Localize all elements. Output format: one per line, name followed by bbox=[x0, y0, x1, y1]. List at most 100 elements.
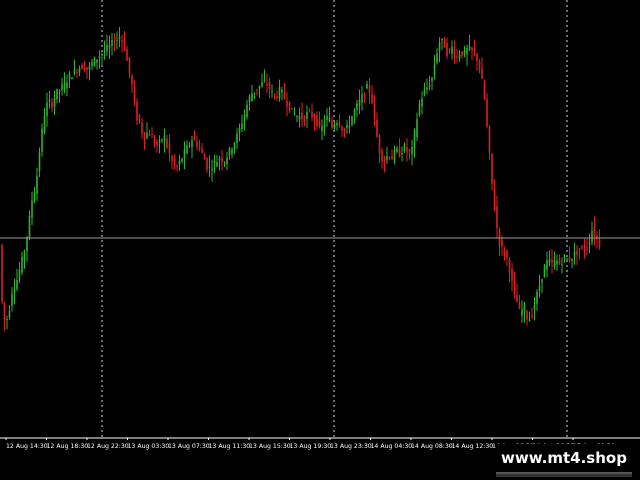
candle-body bbox=[396, 148, 398, 152]
candle-body bbox=[126, 48, 128, 61]
candle-body bbox=[351, 116, 353, 126]
candle-body bbox=[236, 133, 238, 144]
candle-body bbox=[478, 61, 481, 70]
candle-body bbox=[173, 158, 176, 166]
candle-body bbox=[548, 258, 551, 264]
candle-body bbox=[336, 123, 338, 126]
candle-body bbox=[323, 124, 326, 127]
candle-body bbox=[453, 49, 456, 59]
candle-body bbox=[541, 279, 543, 283]
candle-body bbox=[23, 251, 26, 261]
candle-body bbox=[338, 121, 341, 127]
candle-body bbox=[41, 128, 43, 152]
candle-body bbox=[313, 116, 316, 121]
candle-body bbox=[481, 68, 483, 79]
candle-body bbox=[233, 142, 236, 150]
candle-body bbox=[293, 114, 296, 116]
candle-body bbox=[331, 120, 333, 128]
candle-body bbox=[591, 230, 593, 243]
candle-body bbox=[161, 139, 163, 141]
candle-body bbox=[93, 57, 96, 67]
candle-body bbox=[398, 147, 401, 157]
candle-body bbox=[101, 53, 103, 56]
candle-body bbox=[288, 101, 291, 112]
candle-body bbox=[253, 92, 256, 94]
price-chart[interactable]: 12 Aug 14:3012 Aug 18:3012 Aug 22:3013 A… bbox=[0, 0, 640, 440]
candle-body bbox=[558, 258, 561, 264]
candle-body bbox=[458, 54, 461, 60]
candle-body bbox=[276, 96, 278, 99]
candle-body bbox=[566, 258, 568, 260]
candle-body bbox=[208, 166, 211, 168]
candle-body bbox=[146, 132, 148, 139]
candle-body bbox=[561, 264, 563, 266]
candle-body bbox=[83, 65, 86, 71]
candle-body bbox=[421, 98, 423, 107]
candle-body bbox=[156, 141, 158, 146]
candle-body bbox=[473, 50, 476, 53]
candle-body bbox=[533, 305, 536, 310]
candle-body bbox=[8, 310, 11, 318]
candle-body bbox=[143, 132, 146, 142]
candle-body bbox=[401, 153, 403, 155]
candle-body bbox=[171, 156, 173, 161]
candle-body bbox=[76, 71, 78, 73]
candle-body bbox=[221, 157, 223, 163]
x-tick-label: 14 Aug 04:30 bbox=[371, 443, 413, 450]
candle-body bbox=[571, 258, 573, 261]
candle-body bbox=[178, 160, 181, 165]
candle-body bbox=[521, 309, 523, 316]
candle-body bbox=[258, 85, 261, 89]
candle-body bbox=[378, 135, 381, 154]
candle-body bbox=[48, 99, 51, 102]
candle-body bbox=[98, 56, 101, 59]
candle-body bbox=[271, 90, 273, 92]
candle-body bbox=[598, 239, 601, 248]
candle-body bbox=[21, 256, 23, 273]
candle-body bbox=[411, 146, 413, 155]
x-tick-label: 13 Aug 03:30 bbox=[128, 443, 170, 450]
candle-body bbox=[553, 259, 556, 268]
candle-body bbox=[1, 245, 3, 302]
candle-body bbox=[491, 153, 493, 184]
candle-body bbox=[16, 279, 18, 289]
candle-body bbox=[113, 44, 116, 46]
candle-body bbox=[191, 139, 193, 147]
candle-body bbox=[186, 145, 188, 154]
candle-body bbox=[158, 139, 161, 143]
candle-body bbox=[456, 56, 458, 58]
candle-body bbox=[273, 94, 276, 96]
candle-body bbox=[501, 239, 503, 247]
candle-body bbox=[443, 38, 446, 48]
candle-body bbox=[436, 53, 438, 63]
candle-body bbox=[51, 101, 53, 109]
candle-body bbox=[388, 157, 391, 159]
candle-body bbox=[588, 242, 591, 245]
candle-body bbox=[483, 82, 486, 99]
x-tick-label: 13 Aug 11:30 bbox=[209, 443, 251, 450]
candle-body bbox=[308, 110, 311, 112]
x-tick-label: 13 Aug 23:30 bbox=[330, 443, 372, 450]
candle-body bbox=[31, 200, 33, 218]
candle-body bbox=[106, 45, 108, 52]
candle-body bbox=[248, 96, 251, 103]
candle-body bbox=[148, 133, 151, 137]
candle-body bbox=[546, 260, 548, 270]
candle-body bbox=[6, 319, 8, 321]
candle-body bbox=[578, 248, 581, 250]
candle-body bbox=[593, 226, 596, 238]
candle-body bbox=[141, 122, 143, 134]
candle-body bbox=[358, 99, 361, 106]
candle-body bbox=[423, 90, 426, 95]
candle-body bbox=[46, 102, 48, 116]
candle-body bbox=[431, 77, 433, 82]
candle-body bbox=[551, 259, 553, 263]
candle-body bbox=[216, 162, 218, 167]
candles bbox=[1, 27, 601, 331]
candle-body bbox=[408, 149, 411, 152]
candle-body bbox=[321, 125, 323, 131]
candle-body bbox=[81, 64, 83, 70]
candle-body bbox=[123, 38, 126, 50]
candle-body bbox=[493, 187, 496, 210]
candle-body bbox=[168, 143, 171, 154]
